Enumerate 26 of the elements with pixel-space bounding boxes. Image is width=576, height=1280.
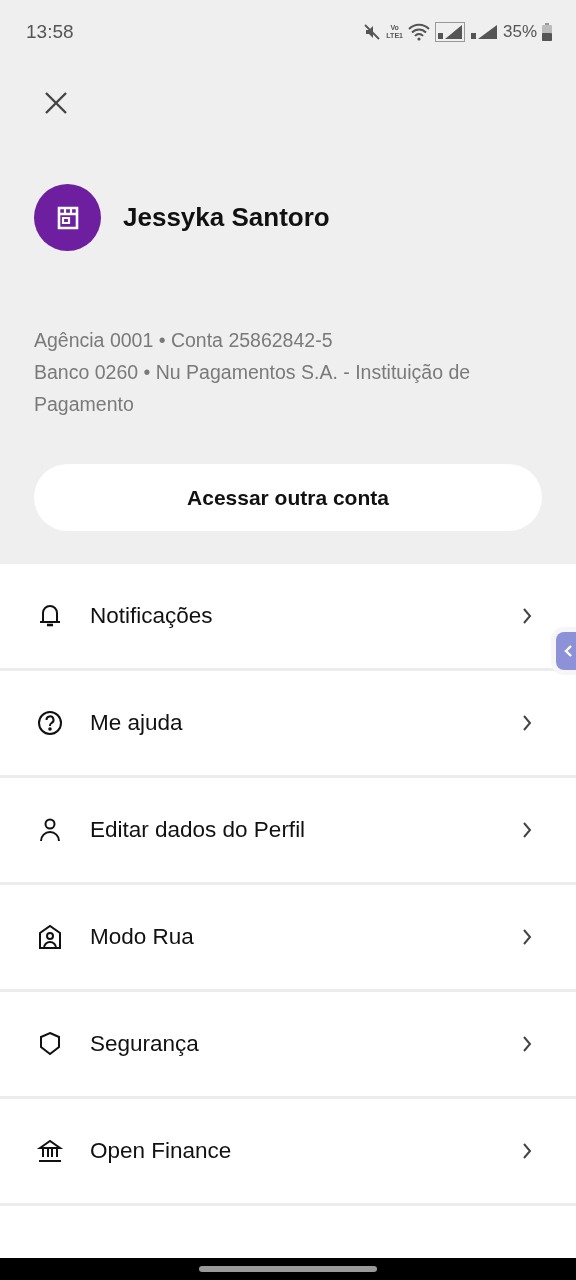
home-handle[interactable] — [199, 1266, 377, 1272]
switch-account-button[interactable]: Acessar outra conta — [34, 464, 542, 531]
battery-icon — [542, 23, 552, 41]
menu-item[interactable]: Editar dados do Perfil — [0, 778, 576, 885]
chevron-right-icon — [522, 1035, 532, 1053]
signal-icon — [434, 22, 465, 42]
menu-item[interactable]: Modo Rua — [0, 885, 576, 992]
signal-icon — [469, 23, 498, 41]
menu-item[interactable]: Me ajuda — [0, 671, 576, 778]
mute-icon — [363, 23, 382, 41]
help-icon — [35, 708, 65, 738]
chevron-left-icon — [564, 645, 572, 657]
battery-percent: 35% — [502, 22, 537, 42]
chevron-right-icon — [522, 928, 532, 946]
status-time: 13:58 — [26, 21, 74, 43]
menu-item[interactable]: Open Finance — [0, 1099, 576, 1206]
menu-item[interactable]: Segurança — [0, 992, 576, 1099]
profile-name: Jessyka Santoro — [123, 202, 330, 233]
chevron-right-icon — [522, 821, 532, 839]
chevron-right-icon — [522, 607, 532, 625]
chevron-right-icon — [522, 1142, 532, 1160]
account-info: Banco 0260 • Nu Pagamentos S.A. - Instituição de Pagamento — [34, 360, 472, 417]
close-icon[interactable] — [44, 91, 68, 115]
wifi-icon — [407, 23, 430, 41]
chevron-right-icon — [522, 714, 532, 732]
account-info: Agência 0001 • Conta 25862842-5 — [34, 328, 334, 353]
